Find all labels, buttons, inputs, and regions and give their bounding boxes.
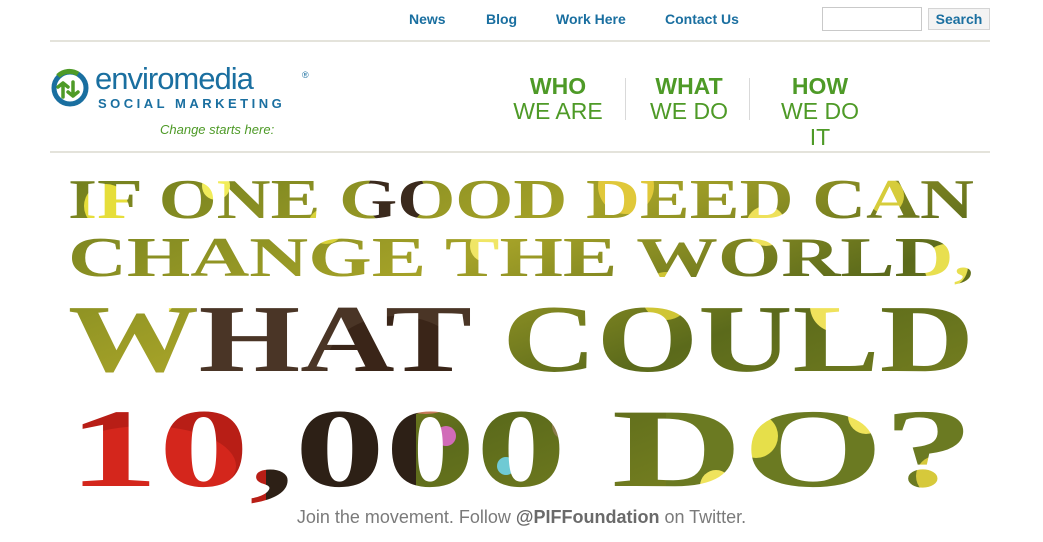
top-navigation: News Blog Work Here Contact Us Search: [0, 0, 1043, 40]
nav-link-news[interactable]: News: [409, 11, 446, 27]
nav-separator: [625, 78, 626, 120]
logo-registered-mark: ®: [302, 70, 309, 80]
logo-subline: SOCIAL MARKETING: [98, 96, 286, 111]
nav-what-line2: WE DO: [650, 98, 728, 124]
hero-headline-graphic: IF ONE GOOD DEED CANCHANGE THE WORLD,WHA…: [68, 169, 974, 511]
nav-who-we-are[interactable]: WHO WE ARE: [510, 74, 606, 124]
nav-who-line2: WE ARE: [513, 98, 603, 124]
hero-line-3: WHAT COULD: [68, 285, 974, 392]
nav-link-blog[interactable]: Blog: [486, 11, 517, 27]
top-divider: [50, 40, 990, 42]
twitter-callout: Join the movement. Follow @PIFFoundation…: [0, 507, 1043, 528]
logo-wordmark: enviromedia: [95, 61, 254, 96]
nav-separator: [749, 78, 750, 120]
search-input[interactable]: [822, 7, 922, 31]
nav-link-contact-us[interactable]: Contact Us: [665, 11, 739, 27]
nav-how-line2: WE DO IT: [781, 98, 859, 150]
hero-line-4: 10,000 DO?: [68, 387, 974, 511]
nav-how-line1: HOW: [791, 73, 849, 99]
twitter-suffix: on Twitter.: [659, 507, 747, 527]
enviromedia-logo-icon: [51, 68, 89, 107]
nav-who-line1: WHO: [529, 73, 587, 99]
twitter-prefix: Join the movement. Follow: [296, 507, 516, 527]
nav-what-we-do[interactable]: WHAT WE DO: [646, 74, 732, 124]
nav-what-line1: WHAT: [655, 73, 723, 99]
header-divider: [50, 151, 990, 153]
logo-tagline: Change starts here:: [160, 122, 275, 137]
hero-line-1: IF ONE GOOD DEED CAN: [68, 169, 974, 231]
nav-how-we-do-it[interactable]: HOW WE DO IT: [768, 74, 872, 150]
twitter-handle-link[interactable]: @PIFFoundation: [516, 507, 660, 527]
enviromedia-logo[interactable]: enviromedia ® SOCIAL MARKETING Change st…: [50, 62, 320, 144]
search-button[interactable]: Search: [928, 8, 990, 30]
nav-link-work-here[interactable]: Work Here: [556, 11, 626, 27]
hero-headline: IF ONE GOOD DEED CAN CHANGE THE WORLD, WHA…: [66, 166, 978, 512]
hero-line-2: CHANGE THE WORLD,: [68, 227, 974, 289]
